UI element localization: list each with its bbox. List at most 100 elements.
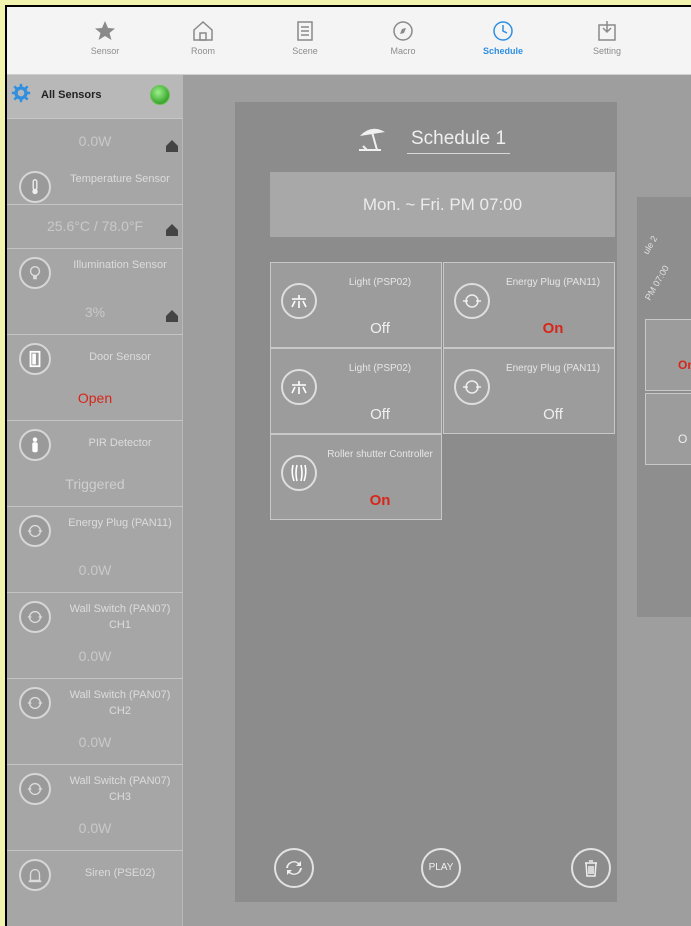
sidebar-item-value: 0.0W [78, 133, 112, 149]
sidebar-item-value: 3% [84, 304, 106, 320]
trash-icon [585, 860, 597, 877]
play-button[interactable]: PLAY [421, 848, 461, 888]
sidebar-item-value: Triggered [65, 476, 125, 492]
device-state: O [678, 432, 688, 446]
device-name: Energy Plug (PAN11) [505, 277, 601, 288]
clock-icon [493, 21, 513, 41]
plug-icon [19, 687, 51, 719]
top-nav: Sensor Room Scene Macro Schedule Setting [7, 7, 691, 75]
sidebar-item-label: Wall Switch (PAN07) CH3 [69, 775, 171, 803]
device-state: On [542, 320, 564, 337]
star-icon [95, 21, 115, 40]
tab-label: Room [190, 46, 215, 56]
card-title-fragment: ule 2 [641, 234, 660, 256]
device-tile: On [645, 319, 691, 391]
sidebar-item-illumination[interactable]: Illumination Sensor 3% [7, 249, 183, 335]
sidebar-item-pir[interactable]: PIR Detector Triggered [7, 421, 183, 507]
tab-room[interactable]: Room [173, 19, 233, 56]
beach-umbrella-icon [359, 128, 385, 151]
device-state: Off [370, 406, 390, 423]
sidebar-item-label: Wall Switch (PAN07) CH2 [69, 689, 171, 717]
sidebar-item-wall-switch-ch3[interactable]: Wall Switch (PAN07) CH3 0.0W [7, 765, 183, 851]
device-state: On [369, 492, 391, 509]
sensor-sidebar: All Sensors 0.0W Temperature Sensor 25.6… [7, 75, 183, 926]
tab-label: Setting [592, 46, 622, 56]
sidebar-item-label: Siren (PSE02) [84, 867, 156, 879]
device-state: Off [543, 406, 563, 423]
sidebar-item-door[interactable]: Door Sensor Open [7, 335, 183, 421]
sidebar-item-label: Door Sensor [89, 351, 151, 363]
device-state: Off [370, 320, 390, 337]
list-icon [297, 21, 313, 41]
compass-icon [393, 21, 413, 41]
sidebar-item-label: Wall Switch (PAN07) CH1 [69, 603, 171, 631]
sidebar-item-label: Energy Plug (PAN11) [68, 517, 172, 529]
house-icon[interactable] [165, 139, 179, 153]
sidebar-title: All Sensors [41, 89, 102, 101]
tab-macro[interactable]: Macro [373, 19, 433, 56]
sidebar-header: All Sensors [7, 75, 183, 119]
sidebar-item-label: Illumination Sensor [73, 259, 167, 271]
plug-icon [454, 283, 490, 319]
sidebar-item-label: Temperature Sensor [70, 173, 170, 185]
sidebar-item-energy-plug[interactable]: Energy Plug (PAN11) 0.0W [7, 507, 183, 593]
download-icon [598, 21, 616, 41]
plug-icon [19, 601, 51, 633]
device-name: Energy Plug (PAN11) [505, 363, 601, 374]
tab-label: Macro [390, 46, 416, 56]
device-tile-energy-plug-1[interactable]: Energy Plug (PAN11) On [443, 262, 615, 348]
sidebar-item-value: 0.0W [78, 820, 112, 836]
device-tile: O [645, 393, 691, 465]
device-tile-energy-plug-2[interactable]: Energy Plug (PAN11) Off [443, 348, 615, 434]
device-name: Light (PSP02) [348, 363, 412, 374]
status-indicator [150, 85, 170, 105]
plug-icon [19, 515, 51, 547]
sidebar-item-wall-switch-ch2[interactable]: Wall Switch (PAN07) CH2 0.0W [7, 679, 183, 765]
house-icon [193, 20, 213, 41]
tab-label: Schedule [482, 46, 523, 56]
device-tile-light-2[interactable]: Light (PSP02) Off [270, 348, 442, 434]
tab-label: Sensor [90, 46, 120, 56]
schedule-card[interactable]: Schedule 1 Mon. ~ Fri. PM 07:00 Light (P… [235, 102, 617, 902]
refresh-icon [286, 861, 302, 875]
sidebar-item-label: PIR Detector [88, 437, 152, 449]
delete-button[interactable] [571, 848, 611, 888]
plug-icon [19, 773, 51, 805]
thermometer-icon [19, 171, 51, 203]
sidebar-item-value: Open [77, 390, 113, 406]
schedule-time[interactable]: Mon. ~ Fri. PM 07:00 [270, 172, 615, 237]
schedule-card-next[interactable]: ule 2 PM 07:00 On O [637, 197, 691, 617]
light-icon [281, 369, 317, 405]
siren-icon [19, 859, 51, 891]
tab-scene[interactable]: Scene [275, 19, 335, 56]
app-frame: Sensor Room Scene Macro Schedule Setting… [5, 5, 691, 926]
plug-icon [454, 369, 490, 405]
sidebar-item-value: 0.0W [78, 648, 112, 664]
sidebar-item-value: 25.6°C / 78.0°F [46, 218, 144, 234]
device-state: On [678, 358, 691, 372]
schedule-title-row: Schedule 1 [235, 124, 617, 156]
sidebar-item-siren[interactable]: Siren (PSE02) [7, 851, 183, 926]
sidebar-item-temperature[interactable]: Temperature Sensor 25.6°C / 78.0°F [7, 163, 183, 249]
door-icon [19, 343, 51, 375]
house-icon[interactable] [165, 309, 179, 323]
schedule-title[interactable]: Schedule 1 [407, 128, 511, 154]
card-time-fragment: PM 07:00 [643, 263, 671, 302]
person-icon [19, 429, 51, 461]
light-icon [281, 283, 317, 319]
device-tile-light-1[interactable]: Light (PSP02) Off [270, 262, 442, 348]
device-tile-roller-shutter[interactable]: Roller shutter Controller On [270, 434, 442, 520]
tab-sensor[interactable]: Sensor [75, 19, 135, 56]
house-icon[interactable] [165, 223, 179, 237]
bulb-icon [19, 257, 51, 289]
device-name: Light (PSP02) [348, 277, 412, 288]
sidebar-item-wall-switch-ch1[interactable]: Wall Switch (PAN07) CH1 0.0W [7, 593, 183, 679]
tab-setting[interactable]: Setting [577, 19, 637, 56]
refresh-button[interactable] [274, 848, 314, 888]
tab-label: Scene [292, 46, 318, 56]
sidebar-item-value: 0.0W [78, 562, 112, 578]
shutter-icon [281, 455, 317, 491]
gear-icon[interactable] [11, 83, 31, 103]
sidebar-item-value: 0.0W [78, 734, 112, 750]
tab-schedule[interactable]: Schedule [473, 19, 533, 56]
